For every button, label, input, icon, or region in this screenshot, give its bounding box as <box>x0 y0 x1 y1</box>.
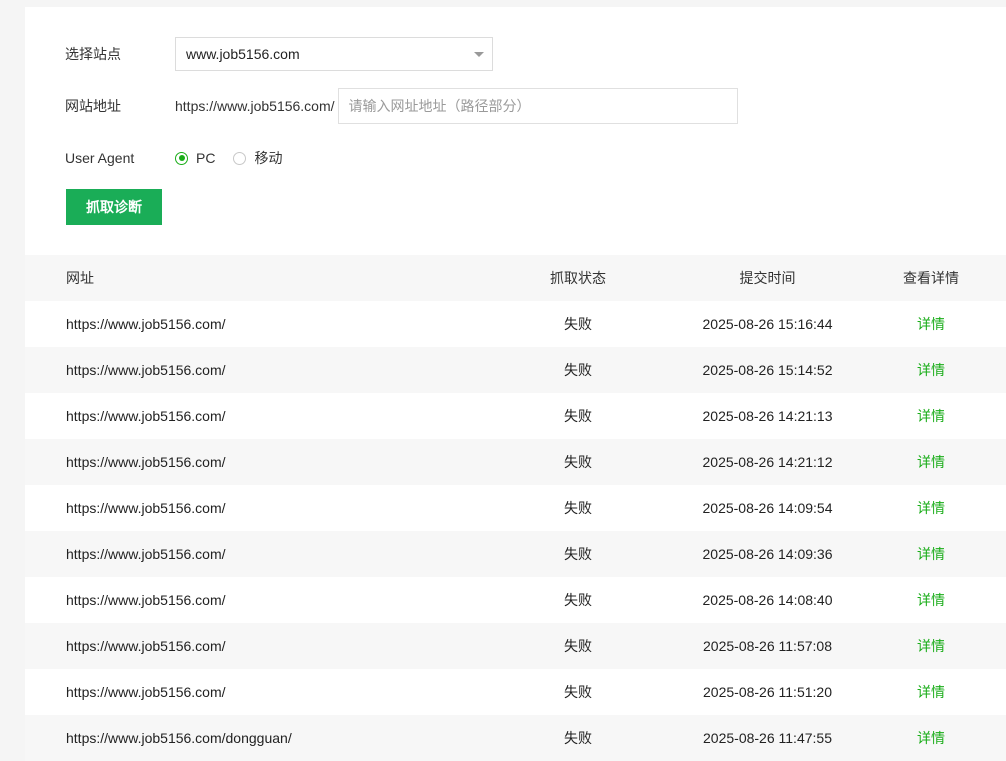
url-path-input[interactable] <box>337 88 738 124</box>
row-time: 2025-08-26 14:08:40 <box>702 592 833 608</box>
row-url: https://www.job5156.com/ <box>66 316 226 332</box>
row-time: 2025-08-26 11:51:20 <box>703 684 832 700</box>
row-url: https://www.job5156.com/ <box>66 500 226 516</box>
row-status: 失败 <box>564 684 592 700</box>
table-row: https://www.job5156.com/dongguan/ 失败 202… <box>25 715 1006 761</box>
header-status: 抓取状态 <box>550 270 606 286</box>
table-row: https://www.job5156.com/ 失败 2025-08-26 1… <box>25 485 1006 531</box>
table-row: https://www.job5156.com/ 失败 2025-08-26 1… <box>25 301 1006 347</box>
user-agent-label: User Agent <box>65 150 135 166</box>
row-time: 2025-08-26 14:21:12 <box>702 454 833 470</box>
row-time: 2025-08-26 11:57:08 <box>703 638 832 654</box>
user-agent-row: User Agent PC 移动 <box>65 148 300 168</box>
crawl-diagnose-button[interactable]: 抓取诊断 <box>66 189 162 225</box>
header-time: 提交时间 <box>739 270 796 286</box>
radio-unchecked-icon <box>233 151 247 165</box>
table-row: https://www.job5156.com/ 失败 2025-08-26 1… <box>25 393 1006 439</box>
row-time: 2025-08-26 15:14:52 <box>702 362 833 378</box>
row-url: https://www.job5156.com/ <box>66 362 226 378</box>
detail-link[interactable]: 详情 <box>917 684 945 700</box>
row-status: 失败 <box>564 316 592 332</box>
site-select-label: 选择站点 <box>65 46 121 62</box>
detail-link[interactable]: 详情 <box>917 454 945 470</box>
row-time: 2025-08-26 15:16:44 <box>702 316 833 332</box>
row-url: https://www.job5156.com/ <box>66 454 226 470</box>
table-row: https://www.job5156.com/ 失败 2025-08-26 1… <box>25 347 1006 393</box>
detail-link[interactable]: 详情 <box>917 500 945 516</box>
url-prefix: https://www.job5156.com/ <box>175 98 335 114</box>
row-url: https://www.job5156.com/ <box>66 684 226 700</box>
user-agent-radio-group: PC 移动 <box>175 148 300 168</box>
row-status: 失败 <box>564 362 592 378</box>
detail-link[interactable]: 详情 <box>917 638 945 654</box>
row-url: https://www.job5156.com/dongguan/ <box>66 730 292 746</box>
detail-link[interactable]: 详情 <box>917 546 945 562</box>
radio-pc-label: PC <box>196 150 216 166</box>
crawl-history-table: 网址 抓取状态 提交时间 查看详情 https://www.job5156.co… <box>25 255 1006 761</box>
row-time: 2025-08-26 11:47:55 <box>703 730 832 746</box>
radio-mobile[interactable]: 移动 <box>233 148 282 168</box>
row-url: https://www.job5156.com/ <box>66 546 226 562</box>
detail-link[interactable]: 详情 <box>917 362 945 378</box>
row-status: 失败 <box>564 592 592 608</box>
table-row: https://www.job5156.com/ 失败 2025-08-26 1… <box>25 623 1006 669</box>
header-detail: 查看详情 <box>903 270 959 286</box>
table-row: https://www.job5156.com/ 失败 2025-08-26 1… <box>25 531 1006 577</box>
site-select-row: 选择站点 www.job5156.com <box>65 37 493 71</box>
crawl-diagnosis-panel: 选择站点 www.job5156.com 网站地址 https://www.jo… <box>25 7 1006 761</box>
row-status: 失败 <box>564 730 592 746</box>
site-select[interactable]: www.job5156.com <box>175 37 493 71</box>
radio-pc[interactable]: PC <box>175 150 215 166</box>
table-row: https://www.job5156.com/ 失败 2025-08-26 1… <box>25 669 1006 715</box>
detail-link[interactable]: 详情 <box>917 316 945 332</box>
row-url: https://www.job5156.com/ <box>66 638 226 654</box>
row-status: 失败 <box>564 638 592 654</box>
detail-link[interactable]: 详情 <box>917 592 945 608</box>
table-header-row: 网址 抓取状态 提交时间 查看详情 <box>25 255 1006 301</box>
row-url: https://www.job5156.com/ <box>66 408 226 424</box>
row-time: 2025-08-26 14:09:36 <box>702 546 833 562</box>
detail-link[interactable]: 详情 <box>917 730 945 746</box>
row-time: 2025-08-26 14:21:13 <box>702 408 833 424</box>
detail-link[interactable]: 详情 <box>917 408 945 424</box>
row-status: 失败 <box>564 408 592 424</box>
site-select-value: www.job5156.com <box>186 46 300 62</box>
table-row: https://www.job5156.com/ 失败 2025-08-26 1… <box>25 439 1006 485</box>
row-url: https://www.job5156.com/ <box>66 592 226 608</box>
row-status: 失败 <box>564 500 592 516</box>
table-row: https://www.job5156.com/ 失败 2025-08-26 1… <box>25 577 1006 623</box>
url-row: 网站地址 https://www.job5156.com/ <box>65 88 738 124</box>
chevron-down-icon <box>474 52 484 57</box>
row-status: 失败 <box>564 546 592 562</box>
row-status: 失败 <box>564 454 592 470</box>
radio-checked-icon <box>175 151 188 165</box>
row-time: 2025-08-26 14:09:54 <box>702 500 833 516</box>
url-label: 网站地址 <box>65 98 121 114</box>
radio-mobile-label: 移动 <box>254 150 283 166</box>
header-url: 网址 <box>66 270 94 286</box>
